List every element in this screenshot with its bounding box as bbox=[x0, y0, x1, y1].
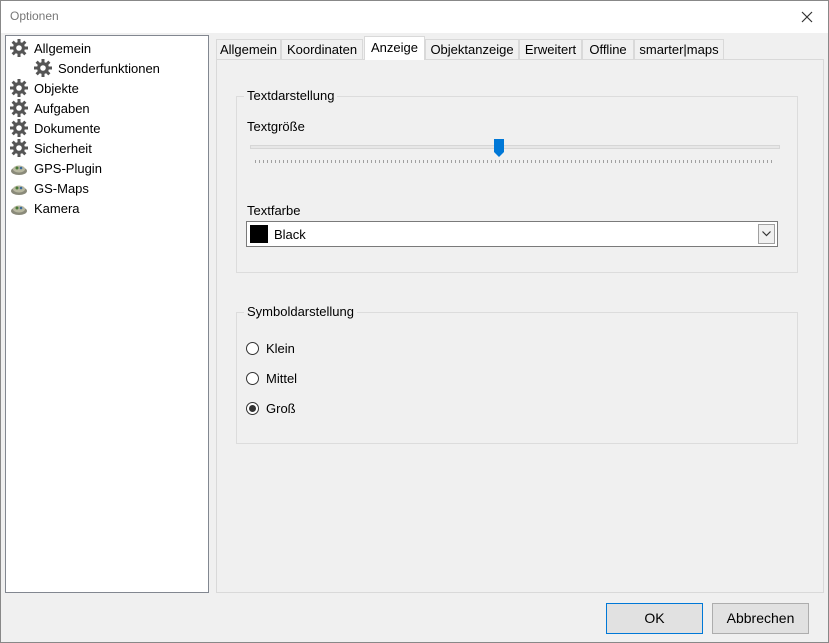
chevron-down-icon bbox=[762, 231, 771, 237]
tree-item-gs-maps[interactable]: GS-Maps bbox=[9, 178, 89, 198]
symbol-display-group: Symboldarstellung bbox=[236, 304, 798, 444]
window-title: Optionen bbox=[10, 9, 59, 23]
tab-erweitert[interactable]: Erweitert bbox=[519, 39, 582, 60]
tab-objektanzeige[interactable]: Objektanzeige bbox=[425, 39, 519, 60]
tree-item-sicherheit[interactable]: Sicherheit bbox=[9, 138, 92, 158]
tree-item-label: GPS-Plugin bbox=[34, 160, 102, 176]
tree-item-label: Sicherheit bbox=[34, 140, 92, 156]
gear-icon bbox=[9, 98, 29, 118]
radio-dot bbox=[249, 404, 256, 412]
cancel-button[interactable]: Abbrechen bbox=[712, 603, 809, 634]
ok-button[interactable]: OK bbox=[606, 603, 703, 634]
radio-label: Mittel bbox=[266, 370, 298, 386]
tab-smartermaps[interactable]: smarter|maps bbox=[634, 39, 724, 60]
radio-gross[interactable]: Groß bbox=[246, 398, 296, 418]
gear-icon bbox=[9, 118, 29, 138]
radio-button[interactable] bbox=[246, 341, 259, 355]
tree-item-label: GS-Maps bbox=[34, 180, 89, 196]
tree-item-objekte[interactable]: Objekte bbox=[9, 78, 79, 98]
radio-button[interactable] bbox=[246, 371, 259, 385]
tree-item-allgemein[interactable]: Allgemein bbox=[9, 38, 91, 58]
close-icon bbox=[801, 11, 813, 23]
gear-icon bbox=[9, 138, 29, 158]
group-title: Symboldarstellung bbox=[244, 304, 357, 319]
tree-item-label: Kamera bbox=[34, 200, 80, 216]
text-size-slider[interactable] bbox=[250, 136, 780, 166]
tree-item-dokumente[interactable]: Dokumente bbox=[9, 118, 100, 138]
tree-item-label: Sonderfunktionen bbox=[58, 60, 160, 76]
radio-label: Groß bbox=[266, 400, 296, 416]
tree-item-sonderfunktionen[interactable]: Sonderfunktionen bbox=[33, 58, 160, 78]
tree-item-label: Dokumente bbox=[34, 120, 101, 136]
plugin-icon bbox=[9, 198, 29, 218]
tree-item-gps-plugin[interactable]: GPS-Plugin bbox=[9, 158, 102, 178]
text-size-label: Textgröße bbox=[247, 119, 305, 134]
radio-label: Klein bbox=[266, 340, 295, 356]
text-color-value: Black bbox=[274, 227, 306, 242]
gear-icon bbox=[9, 38, 29, 58]
slider-ticks bbox=[255, 160, 775, 163]
tree-item-aufgaben[interactable]: Aufgaben bbox=[9, 98, 90, 118]
tab-allgemein[interactable]: Allgemein bbox=[216, 39, 281, 60]
category-tree[interactable]: Allgemein Sonderfunktionen Objekte Aufga… bbox=[5, 35, 209, 593]
gear-icon bbox=[33, 58, 53, 78]
gear-icon bbox=[9, 78, 29, 98]
color-swatch bbox=[250, 225, 268, 243]
title-bar: Optionen bbox=[1, 1, 828, 33]
tab-offline[interactable]: Offline bbox=[582, 39, 634, 60]
radio-button[interactable] bbox=[246, 401, 259, 415]
text-color-select[interactable]: Black bbox=[246, 221, 778, 247]
slider-thumb[interactable] bbox=[494, 139, 504, 157]
tree-item-label: Allgemein bbox=[34, 40, 92, 56]
radio-mittel[interactable]: Mittel bbox=[246, 368, 297, 388]
tab-koordinaten[interactable]: Koordinaten bbox=[281, 39, 363, 60]
tab-anzeige[interactable]: Anzeige bbox=[364, 36, 425, 60]
plugin-icon bbox=[9, 158, 29, 178]
dropdown-button[interactable] bbox=[758, 224, 775, 244]
tree-item-label: Aufgaben bbox=[34, 100, 90, 116]
tree-item-label: Objekte bbox=[34, 80, 79, 96]
slider-track bbox=[250, 145, 780, 149]
tree-item-kamera[interactable]: Kamera bbox=[9, 198, 80, 218]
plugin-icon bbox=[9, 178, 29, 198]
radio-klein[interactable]: Klein bbox=[246, 338, 295, 358]
group-title: Textdarstellung bbox=[244, 88, 338, 103]
close-button[interactable] bbox=[786, 1, 828, 33]
text-color-label: Textfarbe bbox=[247, 203, 301, 218]
